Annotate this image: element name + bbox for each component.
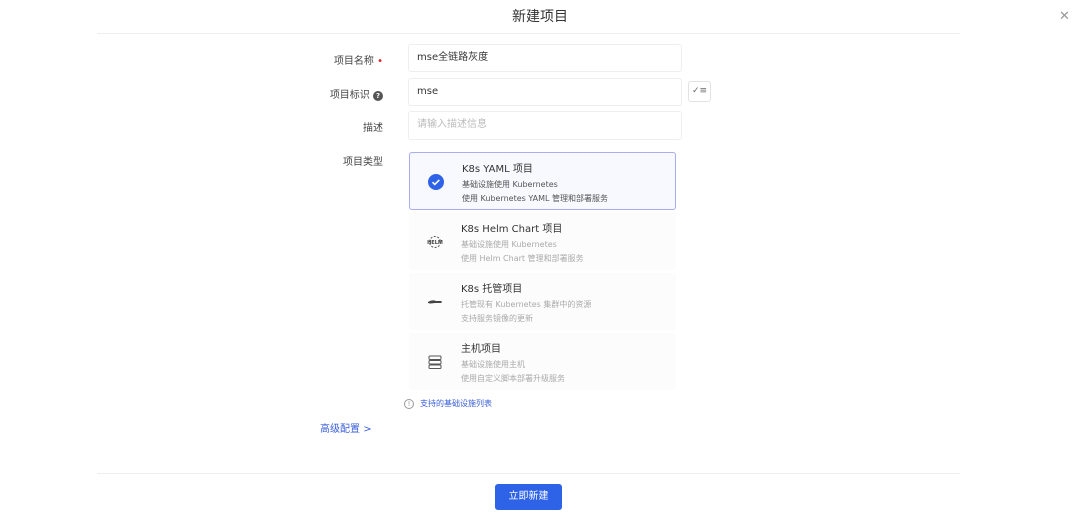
project-type-yaml[interactable]: K8s YAML 项目 基础设施使用 Kubernetes 使用 Kuberne… <box>409 152 676 210</box>
edit-key-button[interactable]: ✓≡ <box>688 81 711 102</box>
server-icon <box>428 355 442 369</box>
key-input[interactable]: mse <box>408 78 682 106</box>
helm-icon: HELM <box>427 236 443 248</box>
key-label: 项目标识 ? <box>263 86 383 101</box>
option-desc: 基础设施使用主机 <box>461 360 525 369</box>
name-label-text: 项目名称 <box>333 56 374 67</box>
option-desc: 基础设施使用 Kubernetes <box>461 240 557 249</box>
project-type-hosted[interactable]: K8s 托管项目 托管现有 Kubernetes 集群中的资源 支持服务镜像的更… <box>409 273 676 330</box>
create-button[interactable]: 立即新建 <box>495 484 562 510</box>
name-input[interactable]: mse全链路灰度 <box>408 44 682 72</box>
project-type-helm[interactable]: HELM K8s Helm Chart 项目 基础设施使用 Kubernetes… <box>409 213 676 270</box>
required-icon: • <box>377 56 383 67</box>
info-icon: ! <box>404 398 414 409</box>
advanced-label: 高级配置 <box>320 424 360 435</box>
infra-list-text[interactable]: 支持的基础设施列表 <box>420 398 492 409</box>
option-title: 主机项目 <box>461 344 501 355</box>
dialog-title: 新建项目 <box>512 9 568 25</box>
name-label: 项目名称 • <box>263 52 383 67</box>
help-icon[interactable]: ? <box>373 91 383 101</box>
option-desc: 基础设施使用 Kubernetes <box>462 180 558 189</box>
description-textarea[interactable]: 请输入描述信息 <box>408 111 682 140</box>
description-label: 描述 <box>363 123 383 134</box>
infra-list-link[interactable]: ! 支持的基础设施列表 <box>404 398 492 409</box>
option-title: K8s YAML 项目 <box>462 164 533 175</box>
header-divider <box>97 33 960 34</box>
svg-text:HELM: HELM <box>427 240 443 246</box>
footer-divider <box>97 473 960 474</box>
close-icon[interactable]: ✕ <box>1059 9 1070 24</box>
key-label-text: 项目标识 <box>329 90 370 101</box>
option-desc: 使用 Kubernetes YAML 管理和部署服务 <box>462 194 609 203</box>
option-desc: 托管现有 Kubernetes 集群中的资源 <box>461 300 592 309</box>
check-circle-icon <box>428 174 444 190</box>
type-label: 项目类型 <box>343 157 383 168</box>
hand-icon <box>428 300 442 304</box>
chevron-right-icon: > <box>363 424 372 435</box>
option-desc: 使用自定义脚本部署升级服务 <box>461 374 565 383</box>
project-type-host[interactable]: 主机项目 基础设施使用主机 使用自定义脚本部署升级服务 <box>409 333 676 390</box>
option-desc: 使用 Helm Chart 管理和部署服务 <box>461 254 584 263</box>
advanced-config-toggle[interactable]: 高级配置 > <box>320 420 372 435</box>
option-title: K8s 托管项目 <box>461 284 523 295</box>
option-title: K8s Helm Chart 项目 <box>461 224 563 235</box>
option-desc: 支持服务镜像的更新 <box>461 314 533 323</box>
